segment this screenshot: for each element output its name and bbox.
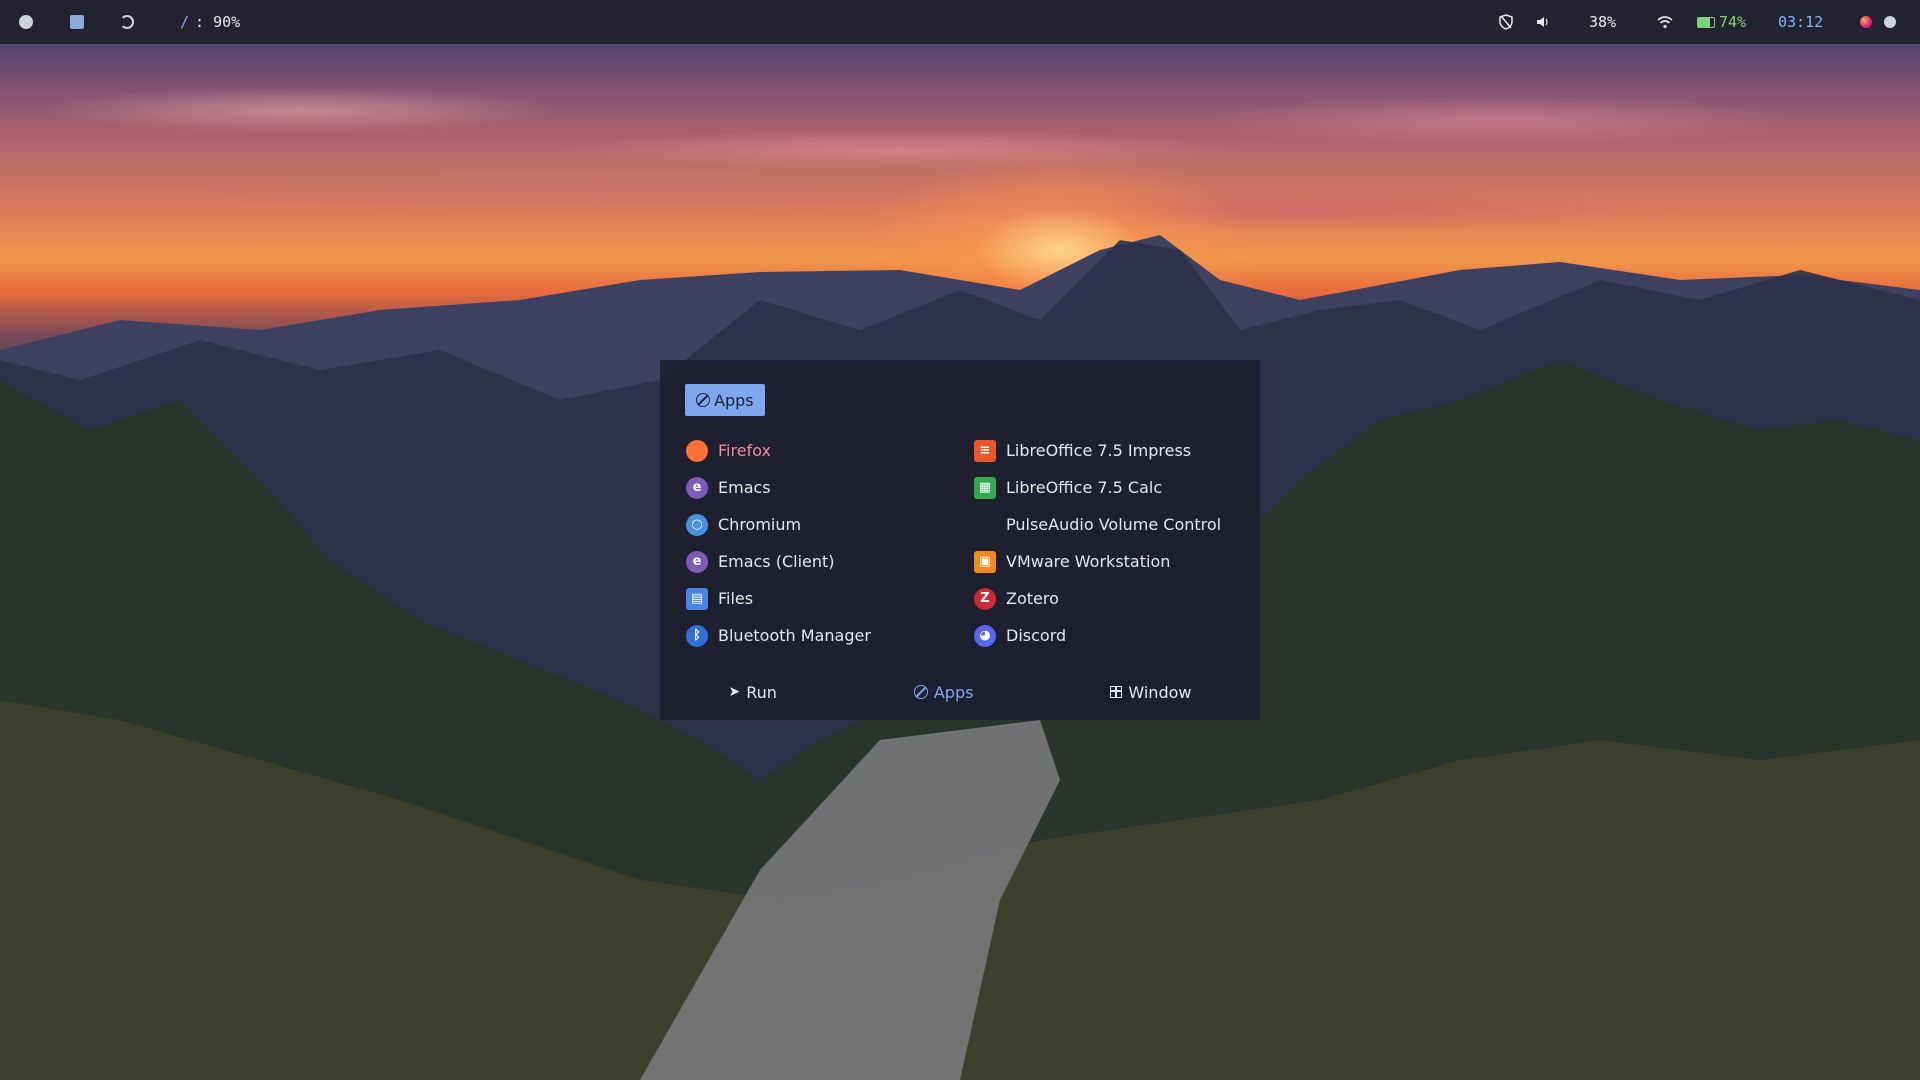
volume-control[interactable] — [1536, 0, 1550, 44]
firefox-tray-icon — [1860, 16, 1872, 28]
firefox-icon — [686, 439, 708, 462]
vpn-toggle[interactable] — [1498, 0, 1514, 44]
tray-steam[interactable] — [1884, 0, 1896, 44]
app-entry-label: Emacs (Client) — [718, 552, 835, 571]
shield-off-icon — [1499, 14, 1513, 30]
app-entry-label: LibreOffice 7.5 Calc — [1006, 478, 1163, 497]
app-entry-bluetooth-manager[interactable]: ᛒ Bluetooth Manager — [684, 617, 972, 654]
volume-value[interactable]: 38% — [1589, 0, 1616, 44]
bluetooth-icon: ᛒ — [686, 624, 708, 647]
disk-usage-module: / : 90% — [180, 0, 240, 44]
workspace-1-button[interactable] — [19, 0, 33, 44]
window-icon — [1110, 686, 1123, 698]
app-entry-libreoffice-7-5-impress[interactable]: ≡ LibreOffice 7.5 Impress — [972, 432, 1244, 469]
blank-icon — [974, 514, 996, 536]
zotero-icon: Z — [974, 587, 996, 610]
discord-icon: ◕ — [974, 624, 996, 647]
app-entry-label: Files — [718, 589, 754, 608]
battery-status[interactable]: 74% — [1697, 0, 1746, 44]
mode-run-label: Run — [746, 682, 777, 702]
mode-apps-label: Apps — [933, 682, 974, 702]
battery-icon — [1697, 16, 1715, 28]
app-entry-label: Zotero — [1006, 589, 1059, 608]
mode-run-button[interactable]: ➤ Run — [728, 683, 776, 702]
circle-slash-icon — [696, 393, 710, 407]
app-entry-discord[interactable]: ◕ Discord — [972, 617, 1244, 654]
clock[interactable]: 03:12 — [1778, 0, 1823, 44]
app-entry-label: Emacs — [718, 478, 771, 497]
disk-usage-value: : 90% — [195, 13, 241, 31]
app-entry-label: PulseAudio Volume Control — [1006, 515, 1222, 534]
app-entry-label: Discord — [1006, 626, 1067, 645]
workspace-2-button[interactable] — [70, 0, 84, 44]
app-entry-label: Bluetooth Manager — [718, 626, 871, 645]
app-entry-files[interactable]: ▤ Files — [684, 580, 972, 617]
libreoffice-calc-icon: ▦ — [974, 476, 996, 499]
app-entry-vmware-workstation[interactable]: ▣ VMware Workstation — [972, 543, 1244, 580]
disk-label: / — [180, 13, 190, 31]
steam-tray-icon — [1884, 16, 1896, 28]
circle-slash-icon — [913, 685, 928, 699]
speaker-icon — [1537, 17, 1548, 27]
app-entry-chromium[interactable]: ○ Chromium — [684, 506, 972, 543]
vmware-icon: ▣ — [974, 550, 996, 573]
tray-firefox[interactable] — [1860, 0, 1872, 44]
app-entry-label: Chromium — [718, 515, 802, 534]
app-entry-label: VMware Workstation — [1006, 552, 1171, 571]
libreoffice-impress-icon: ≡ — [974, 439, 996, 462]
app-entry-pulseaudio-volume-control[interactable]: PulseAudio Volume Control — [972, 506, 1244, 543]
emacs-icon: e — [686, 476, 708, 499]
mode-switcher: ➤ Run Apps Window — [660, 676, 1260, 708]
mode-window-button[interactable]: Window — [1110, 683, 1191, 702]
mode-apps-button[interactable]: Apps — [913, 682, 974, 702]
app-entry-libreoffice-7-5-calc[interactable]: ▦ LibreOffice 7.5 Calc — [972, 469, 1244, 506]
rocket-icon: ➤ — [728, 684, 741, 700]
app-entry-emacs[interactable]: e Emacs — [684, 469, 972, 506]
app-entry-zotero[interactable]: Z Zotero — [972, 580, 1244, 617]
moon-icon — [120, 15, 134, 29]
app-entry-firefox[interactable]: Firefox — [684, 432, 972, 469]
mode-prompt-label: Apps — [714, 390, 754, 410]
app-entry-emacs-client[interactable]: e Emacs (Client) — [684, 543, 972, 580]
app-entry-label: LibreOffice 7.5 Impress — [1006, 441, 1192, 460]
status-bar: / : 90% 38% 74% 03:12 — [0, 0, 1920, 44]
arch-logo-icon — [19, 15, 33, 29]
workspace-3-button[interactable] — [120, 0, 134, 44]
battery-value: 74% — [1719, 13, 1747, 31]
app-launcher: Apps Firefox e Emacs ○ Chromium e Emacs (Clien… — [660, 360, 1260, 720]
mode-window-label: Window — [1128, 682, 1192, 702]
chromium-icon: ○ — [686, 513, 708, 536]
app-entry-label: Firefox — [718, 441, 771, 460]
app-list: Firefox e Emacs ○ Chromium e Emacs (Client) ▤ Fi… — [684, 432, 1244, 654]
wifi-icon — [1657, 16, 1673, 29]
monitor-icon — [70, 15, 84, 29]
mode-prompt: Apps — [685, 384, 765, 416]
files-icon: ▤ — [686, 587, 708, 610]
emacs-client-icon: e — [686, 550, 708, 573]
wifi-status[interactable] — [1657, 0, 1673, 44]
